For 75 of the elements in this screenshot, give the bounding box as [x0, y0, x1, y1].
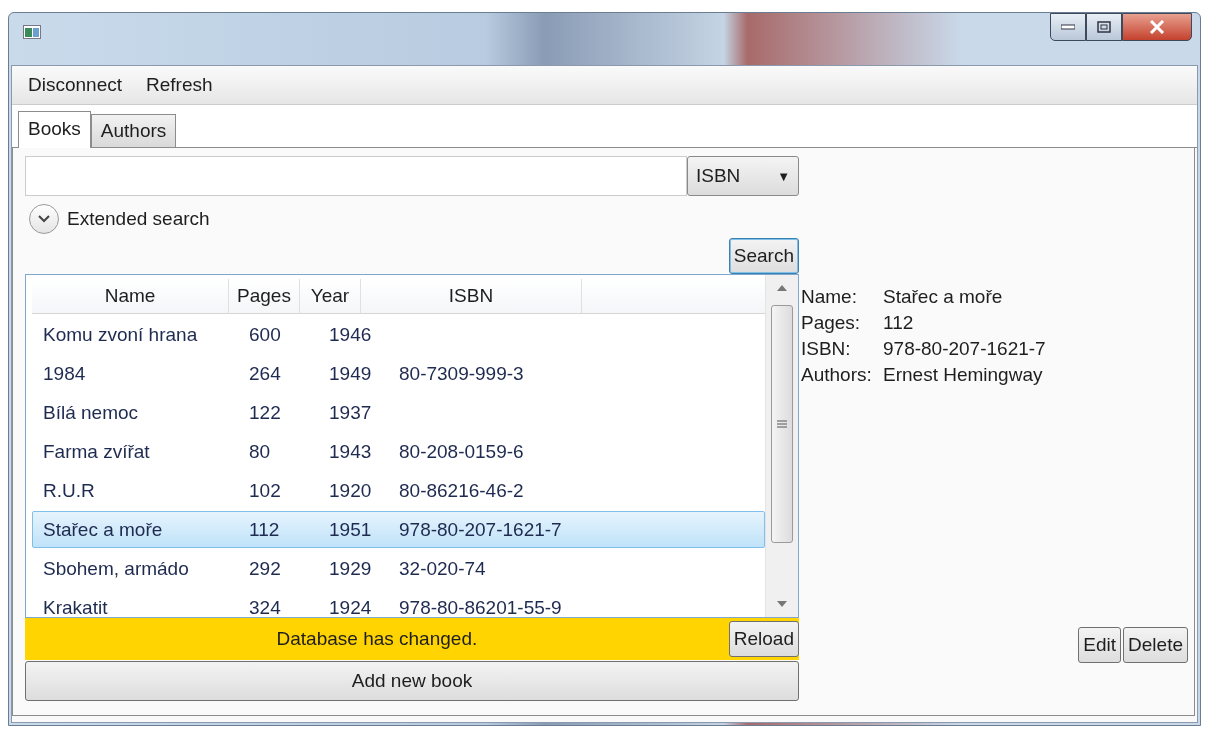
table-cell-text: 1984	[42, 362, 87, 385]
tab[interactable]: Authors	[90, 114, 177, 147]
table-cell-text: 80-208-0159-6	[398, 440, 525, 463]
search-type-dropdown[interactable]: ISBN ▼	[687, 156, 799, 196]
table-cell-text: Sbohem, armádo	[42, 557, 190, 580]
detail-value: 978-80-207-1621-7	[883, 338, 1047, 360]
table-cell-text: Stařec a moře	[42, 518, 164, 541]
table-row[interactable]: R.U.R 102 1920 80-86216-46-2	[32, 472, 765, 509]
column-header[interactable]: Year	[300, 279, 361, 313]
expander-label: Extended search	[67, 208, 210, 230]
table-cell-text: Bílá nemoc	[42, 401, 140, 424]
table-cell-text: 112	[248, 518, 281, 541]
close-icon	[1149, 20, 1165, 34]
detail-label: Authors:	[801, 364, 873, 386]
maximize-icon	[1097, 21, 1111, 33]
table-cell-text: 978-80-86201-55-9	[398, 596, 563, 617]
detail-label: Pages:	[801, 312, 862, 334]
table-cell-text: 122	[248, 401, 282, 424]
table-row[interactable]: Krakatit 324 1924 978-80-86201-55-9	[32, 589, 765, 617]
table-cell-text: R.U.R	[42, 479, 96, 502]
table-cell-text: Komu zvoní hrana	[42, 323, 199, 346]
detail-value: Stařec a moře	[883, 286, 1004, 308]
table-cell-text: 1920	[328, 479, 373, 502]
scroll-up-icon[interactable]	[777, 285, 787, 291]
table-cell-text: 1924	[328, 596, 373, 617]
detail-value: 112	[883, 312, 915, 334]
detail-label: ISBN:	[801, 338, 852, 360]
table-cell-text: 102	[248, 479, 282, 502]
column-header[interactable]: ISBN	[361, 279, 582, 313]
detail-label: Name:	[801, 286, 858, 308]
notice-message: Database has changed.	[275, 628, 479, 650]
scroll-down-icon[interactable]	[777, 601, 787, 607]
column-header[interactable]: Pages	[229, 279, 300, 313]
tab[interactable]: Books	[18, 111, 91, 148]
table-cell-text: 80-86216-46-2	[398, 479, 525, 502]
table-row[interactable]: 1984 264 1949 80-7309-999-3	[32, 355, 765, 392]
add-book-button[interactable]: Add new book	[25, 661, 799, 701]
table-row[interactable]: Sbohem, armádo 292 1929 32-020-74	[32, 550, 765, 587]
scrollbar-thumb[interactable]	[771, 305, 793, 543]
expander-button[interactable]	[29, 204, 59, 234]
table-cell-text: 324	[248, 596, 282, 617]
table-cell-text: 80-7309-999-3	[398, 362, 525, 385]
detail-button[interactable]: Edit	[1078, 627, 1122, 663]
minimize-button[interactable]	[1050, 13, 1086, 41]
table-cell-text: 1929	[328, 557, 373, 580]
table-cell-text: 1949	[328, 362, 373, 385]
search-field[interactable]	[25, 156, 687, 196]
table-cell-text: 978-80-207-1621-7	[398, 518, 563, 541]
table-cell-text: 1951	[328, 518, 373, 541]
table-cell-text: 80	[248, 440, 272, 463]
table-row[interactable]: Bílá nemoc 122 1937	[32, 394, 765, 431]
table-row[interactable]: Farma zvířat 80 1943 80-208-0159-6	[32, 433, 765, 470]
menu-item[interactable]: Refresh	[136, 70, 223, 100]
table-cell-text: 1943	[328, 440, 373, 463]
detail-value: Ernest Hemingway	[883, 364, 1044, 386]
chevron-icon	[38, 215, 50, 223]
table-cell-text: 1937	[328, 401, 373, 424]
table-cell-text: 600	[248, 323, 282, 346]
column-header[interactable]: Name	[32, 279, 229, 313]
table-row[interactable]: Komu zvoní hrana 600 1946	[32, 316, 765, 353]
table-cell-text: Farma zvířat	[42, 440, 151, 463]
detail-button[interactable]: Delete	[1123, 627, 1188, 663]
search-button[interactable]: Search	[728, 238, 799, 274]
minimize-icon	[1061, 24, 1075, 30]
app-icon	[23, 25, 41, 39]
table-cell-text: 1946	[328, 323, 373, 346]
table-cell-text: 292	[248, 557, 282, 580]
table-cell-text: 264	[248, 362, 282, 385]
maximize-button[interactable]	[1086, 13, 1122, 41]
table-cell-text: Krakatit	[42, 596, 109, 617]
table-cell-text: 32-020-74	[398, 557, 487, 580]
menu-item[interactable]: Disconnect	[18, 70, 132, 100]
table-row[interactable]: Stařec a moře 112 1951 978-80-207-1621-7	[32, 511, 765, 548]
reload-button[interactable]: Reload	[728, 621, 799, 657]
close-button[interactable]	[1122, 13, 1192, 41]
